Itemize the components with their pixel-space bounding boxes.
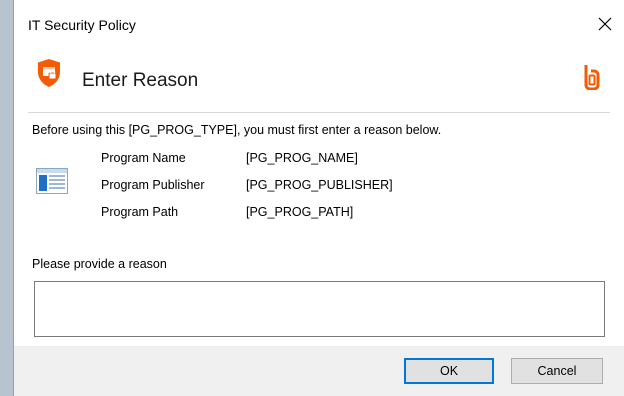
program-publisher-value: [PG_PROG_PUBLISHER] [246, 178, 393, 192]
header-title: Enter Reason [82, 70, 199, 91]
reason-input[interactable] [34, 281, 605, 337]
program-path-value: [PG_PROG_PATH] [246, 205, 354, 219]
program-name-row: Program Name [PG_PROG_NAME] [101, 151, 393, 178]
button-bar: OK Cancel [14, 346, 624, 396]
program-info: Program Name [PG_PROG_NAME] Program Publ… [101, 151, 393, 232]
ok-button[interactable]: OK [404, 358, 494, 384]
cancel-button[interactable]: Cancel [511, 358, 603, 384]
beyondtrust-logo-icon [584, 65, 600, 90]
title-bar[interactable]: IT Security Policy [14, 0, 624, 42]
shield-icon [38, 59, 60, 87]
program-publisher-label: Program Publisher [101, 178, 205, 192]
header-divider [28, 112, 610, 113]
close-button[interactable] [586, 7, 624, 41]
security-policy-dialog: IT Security Policy Enter Reason Before u… [13, 0, 624, 396]
program-name-value: [PG_PROG_NAME] [246, 151, 358, 165]
program-name-label: Program Name [101, 151, 186, 165]
application-window-icon [36, 168, 68, 194]
intro-text: Before using this [PG_PROG_TYPE], you mu… [32, 123, 442, 137]
header: Enter Reason [14, 42, 624, 112]
window-title: IT Security Policy [28, 17, 136, 33]
reason-label: Please provide a reason [32, 257, 167, 271]
program-path-row: Program Path [PG_PROG_PATH] [101, 205, 393, 232]
program-path-label: Program Path [101, 205, 179, 219]
program-publisher-row: Program Publisher [PG_PROG_PUBLISHER] [101, 178, 393, 205]
close-icon [598, 17, 612, 31]
